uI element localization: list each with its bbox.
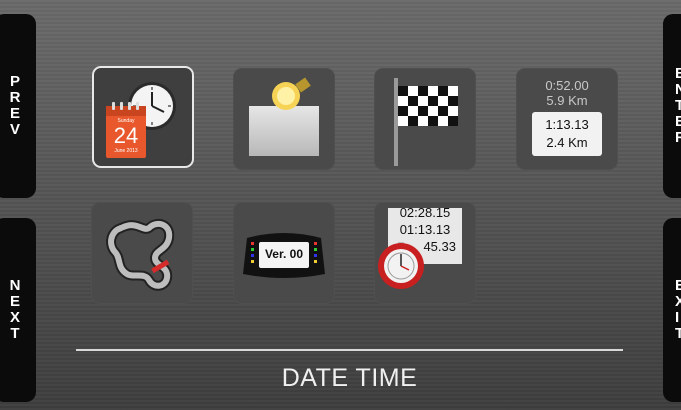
date-time-tile[interactable]: Sunday 24 June 2013: [92, 66, 194, 168]
stopwatch-icon: [378, 242, 424, 289]
exit-letter: X: [675, 293, 681, 310]
lap-time-tile[interactable]: 0:52.00 5.9 Km 1:13.13 2.4 Km: [516, 68, 618, 170]
exit-letter: I: [675, 309, 680, 326]
enter-letter: T: [675, 97, 681, 114]
enter-button[interactable]: E N T E R: [663, 14, 681, 198]
lap-distance: 2.4 Km: [546, 135, 588, 150]
next-letter: X: [9, 309, 20, 326]
track-tile[interactable]: [91, 202, 193, 304]
version-label: Ver. 00: [264, 247, 304, 261]
lap-time: 1:13.13: [545, 117, 589, 132]
enter-letter: E: [675, 65, 681, 82]
backlight-tile[interactable]: [233, 68, 335, 170]
calendar-month: June 2013: [114, 148, 138, 154]
prev-letter: P: [9, 73, 20, 90]
prev-lap-distance: 5.9 Km: [546, 93, 588, 108]
calendar-date: 24: [113, 123, 139, 148]
prev-letter: R: [9, 89, 21, 106]
checkered-flag-icon: [394, 78, 458, 166]
screen-title: DATE TIME: [281, 364, 418, 392]
exit-button[interactable]: E X I T: [663, 218, 681, 402]
prev-button[interactable]: P R E V: [0, 14, 36, 198]
prev-letter: V: [9, 121, 20, 138]
enter-letter: R: [675, 129, 681, 146]
exit-letter: E: [675, 277, 681, 294]
enter-letter: N: [675, 81, 681, 98]
laps-tile[interactable]: [374, 68, 476, 170]
prev-letter: E: [9, 105, 20, 122]
version-tile[interactable]: Ver. 00: [233, 202, 335, 304]
next-letter: N: [9, 277, 21, 294]
race-track-icon: [106, 218, 175, 291]
exit-letter: T: [675, 325, 681, 342]
enter-letter: E: [675, 113, 681, 130]
lightbulb-icon: [249, 77, 319, 156]
stopwatch-tile[interactable]: 02:28.15 01:13.13 45.33: [374, 202, 476, 304]
divider-line: [76, 349, 623, 351]
next-letter: E: [9, 293, 20, 310]
next-button[interactable]: N E X T: [0, 218, 36, 402]
prev-lap-time: 0:52.00: [545, 78, 589, 93]
next-letter: T: [10, 325, 20, 342]
